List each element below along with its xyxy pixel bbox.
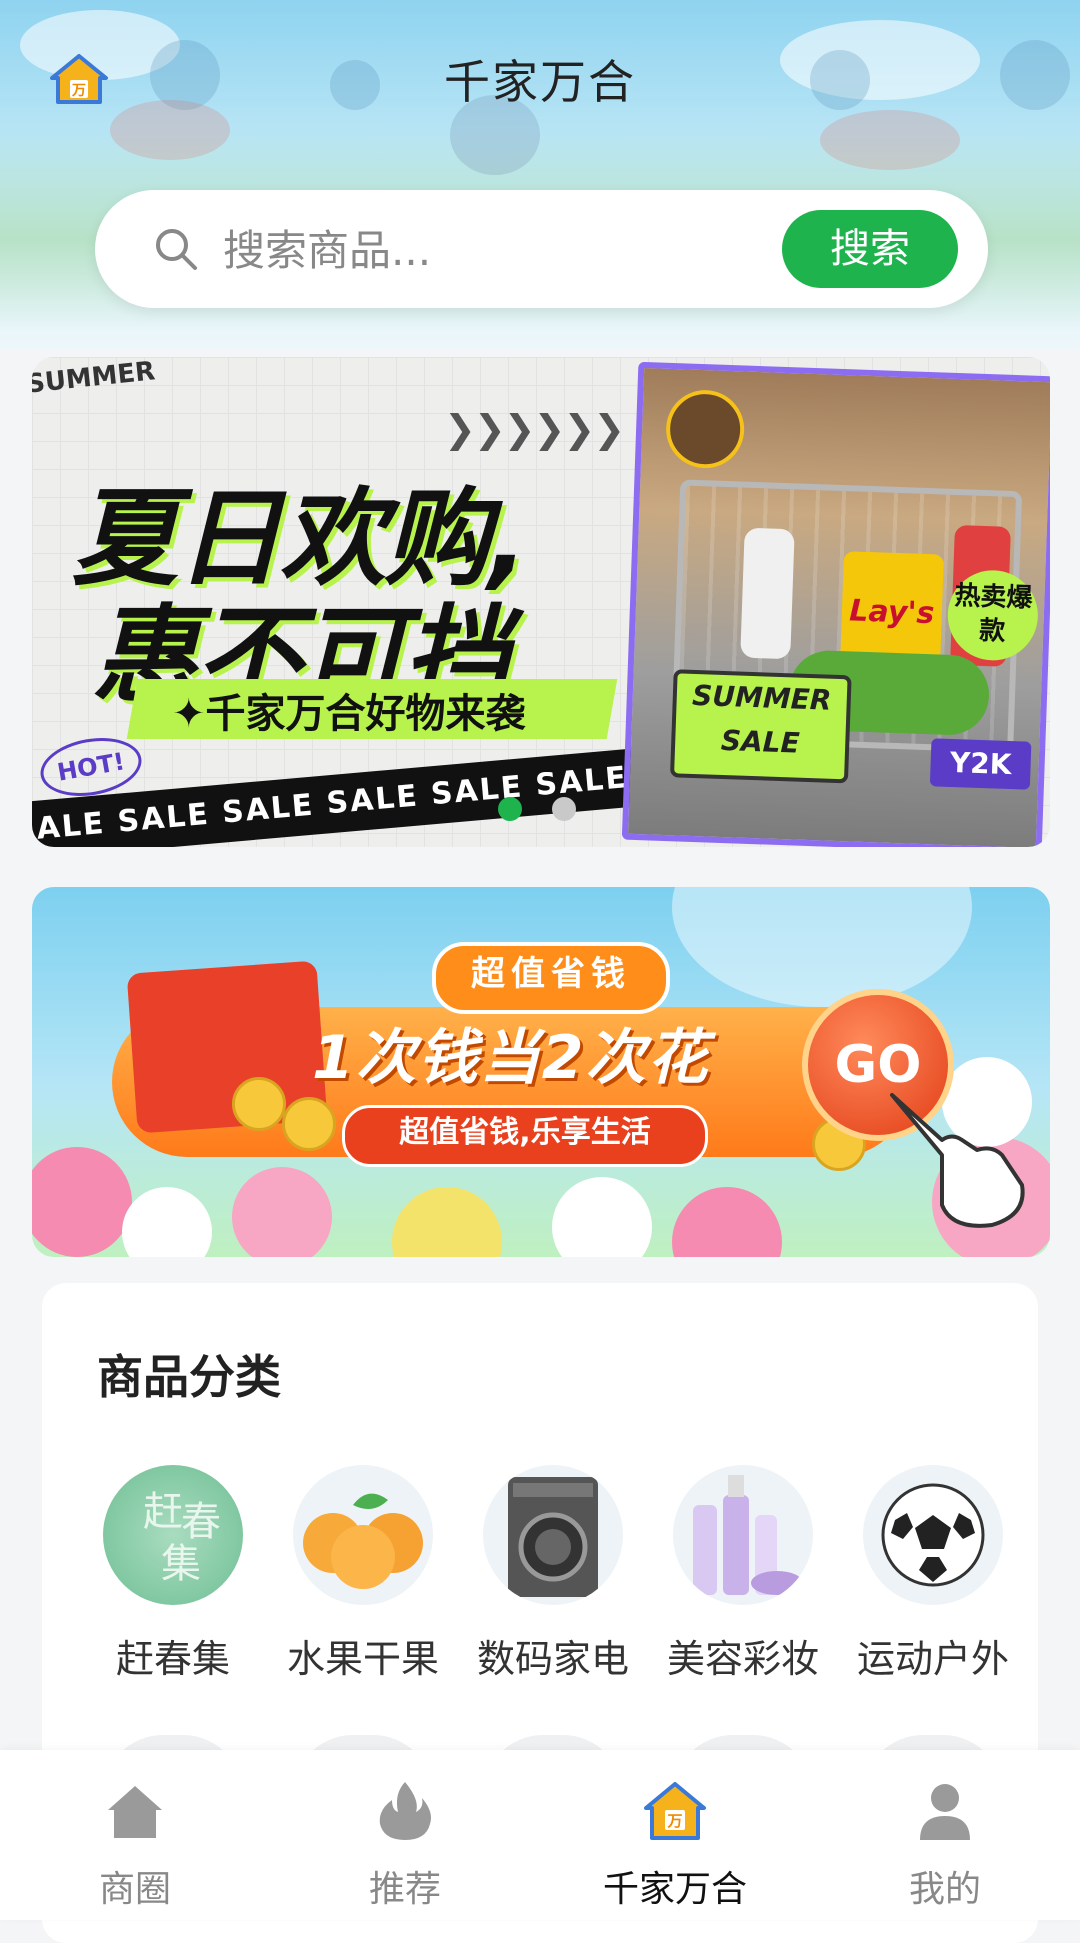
user-icon — [920, 1784, 970, 1840]
search-icon — [156, 229, 197, 270]
search-bar[interactable]: 搜索 — [95, 190, 988, 308]
coin-icon — [282, 1097, 336, 1151]
search-input[interactable] — [221, 218, 825, 282]
flower-decoration — [232, 1167, 332, 1257]
y2k-badge: Y2K — [929, 738, 1032, 790]
flower-decoration — [672, 1187, 782, 1257]
category-title: 商品分类 — [97, 1350, 281, 1404]
page-title: 千家万合 — [444, 55, 636, 109]
tab-wode[interactable]: 我的 — [810, 1750, 1080, 1920]
summer-sale-banner[interactable]: SUMMER ❯❯❯❯❯❯ 夏日欢购, 惠不可挡 ✦千家万合好物来袭 HOT! … — [32, 357, 1050, 847]
home-icon — [108, 1786, 162, 1838]
category-label: 美容彩妆 — [666, 1637, 819, 1681]
spring-market-icon: 赶 春 集 — [103, 1465, 243, 1605]
tab-qianjiawanhe[interactable]: 万 千家万合 — [540, 1750, 810, 1920]
category-item-electronics[interactable]: 数码家电 — [458, 1465, 648, 1685]
fruit-icon — [293, 1465, 433, 1605]
summer-sale-sign: SUMMER SALE — [669, 669, 852, 784]
flower-decoration — [820, 110, 960, 170]
category-label: 水果干果 — [286, 1637, 439, 1681]
bottom-tab-bar: 商圈 推荐 万 千家万合 我的 — [0, 1750, 1080, 1920]
bee-mascot-icon — [664, 388, 746, 470]
tab-label: 推荐 — [368, 1869, 441, 1910]
save-money-banner[interactable]: 超值省钱 1次钱当2次花 超值省钱,乐享生活 GO — [32, 887, 1050, 1257]
soccer-ball-icon — [863, 1465, 1003, 1605]
flower-decoration — [32, 1147, 132, 1257]
category-item-sports[interactable]: 运动户外 — [838, 1465, 1028, 1685]
promo-sub-badge: 超值省钱,乐享生活 — [342, 1105, 708, 1167]
app-logo-icon: 万 — [644, 1782, 706, 1840]
flower-decoration — [122, 1187, 212, 1257]
top-badge: 超值省钱 — [432, 942, 670, 1014]
svg-text:赶: 赶 — [143, 1489, 183, 1535]
shopping-cart-photo: Lay's SUMMER SALE 热卖爆款 Y2K — [621, 361, 1050, 847]
category-label: 数码家电 — [476, 1637, 629, 1681]
tab-label: 商圈 — [98, 1869, 171, 1910]
category-item-fruit[interactable]: 水果干果 — [268, 1465, 458, 1685]
carousel-dot-active[interactable] — [498, 797, 522, 821]
promo-slogan: 1次钱当2次花 — [312, 1023, 710, 1093]
cosmetics-icon — [673, 1465, 813, 1605]
tab-label: 我的 — [908, 1869, 981, 1910]
svg-text:万: 万 — [666, 1812, 682, 1830]
search-button[interactable]: 搜索 — [782, 210, 958, 288]
banner-subline: ✦千家万合好物来袭 — [172, 691, 526, 737]
category-item-beauty[interactable]: 美容彩妆 — [648, 1465, 838, 1685]
tab-shangquan[interactable]: 商圈 — [0, 1750, 270, 1920]
washing-machine-icon — [483, 1465, 623, 1605]
flower-decoration — [392, 1187, 502, 1257]
flower-decoration — [552, 1177, 652, 1257]
carousel-dot[interactable] — [552, 797, 576, 821]
coin-icon — [232, 1077, 286, 1131]
light-decoration — [672, 887, 972, 1007]
bottle-shape — [740, 527, 795, 660]
svg-text:春: 春 — [181, 1499, 221, 1545]
arrows-decoration: ❯❯❯❯❯❯ — [444, 407, 625, 451]
category-label: 赶春集 — [115, 1637, 230, 1681]
category-item-spring-market[interactable]: 赶 春 集 赶春集 — [78, 1465, 268, 1685]
tab-label: 千家万合 — [602, 1869, 747, 1910]
pointing-hand-icon — [890, 1093, 1025, 1228]
tab-tuijian[interactable]: 推荐 — [270, 1750, 540, 1920]
flame-icon — [379, 1782, 431, 1840]
category-label: 运动户外 — [856, 1637, 1009, 1681]
svg-text:集: 集 — [161, 1541, 201, 1587]
